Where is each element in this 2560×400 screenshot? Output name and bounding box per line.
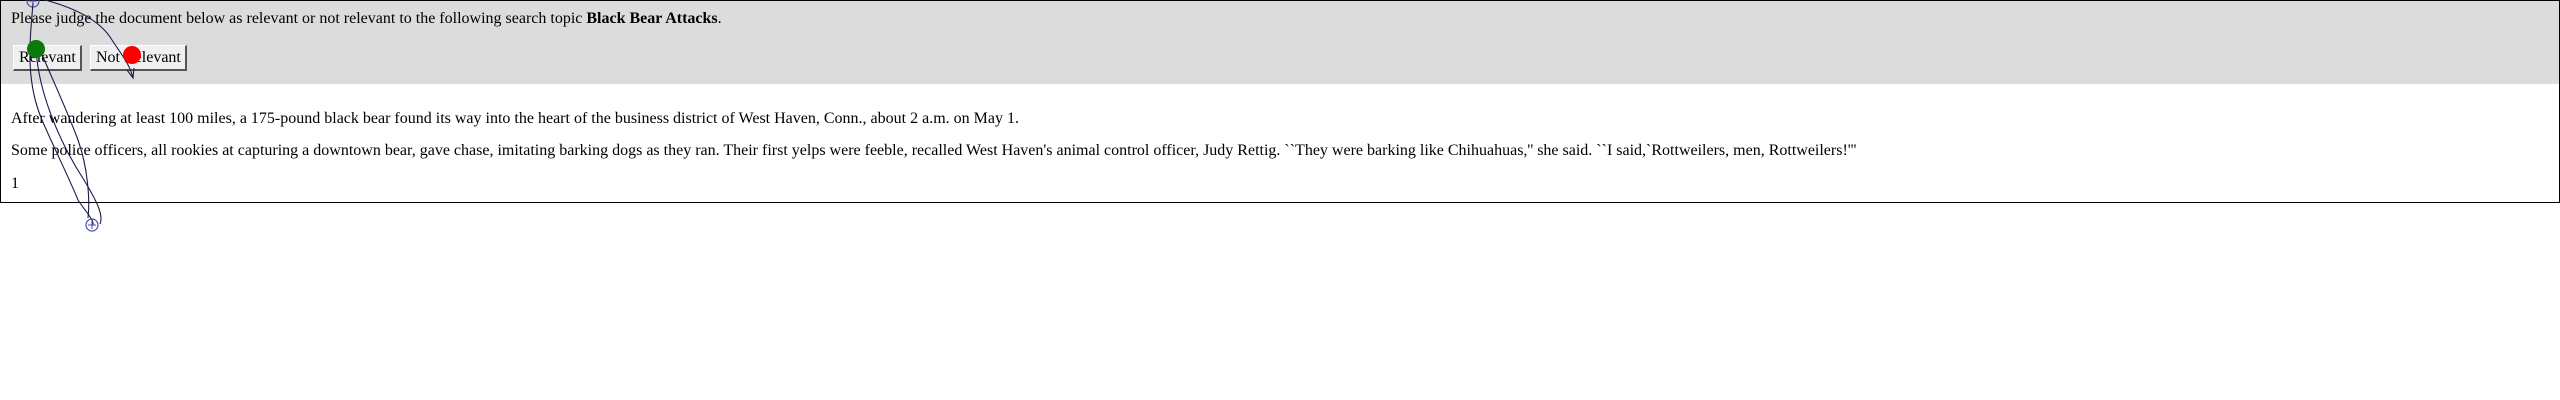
prompt-text: Please judge the document below as relev…: [11, 10, 587, 27]
document-paragraph-1: After wandering at least 100 miles, a 17…: [11, 110, 1019, 127]
target-bottom-icon: [85, 218, 99, 232]
page: Please judge the document below as relev…: [0, 0, 2560, 400]
document-paragraph-2: Some police officers, all rookies at cap…: [11, 142, 1857, 159]
document-panel: After wandering at least 100 miles, a 17…: [0, 84, 2560, 203]
judgement-prompt: Please judge the document below as relev…: [11, 10, 722, 28]
instruction-panel: Please judge the document below as relev…: [0, 0, 2560, 85]
prompt-suffix: .: [717, 10, 722, 27]
document-page-number: 1: [11, 175, 19, 192]
search-topic: Black Bear Attacks: [586, 10, 718, 27]
relevant-button[interactable]: Relevant: [13, 45, 82, 71]
not-relevant-button[interactable]: Not Relevant: [90, 45, 187, 71]
